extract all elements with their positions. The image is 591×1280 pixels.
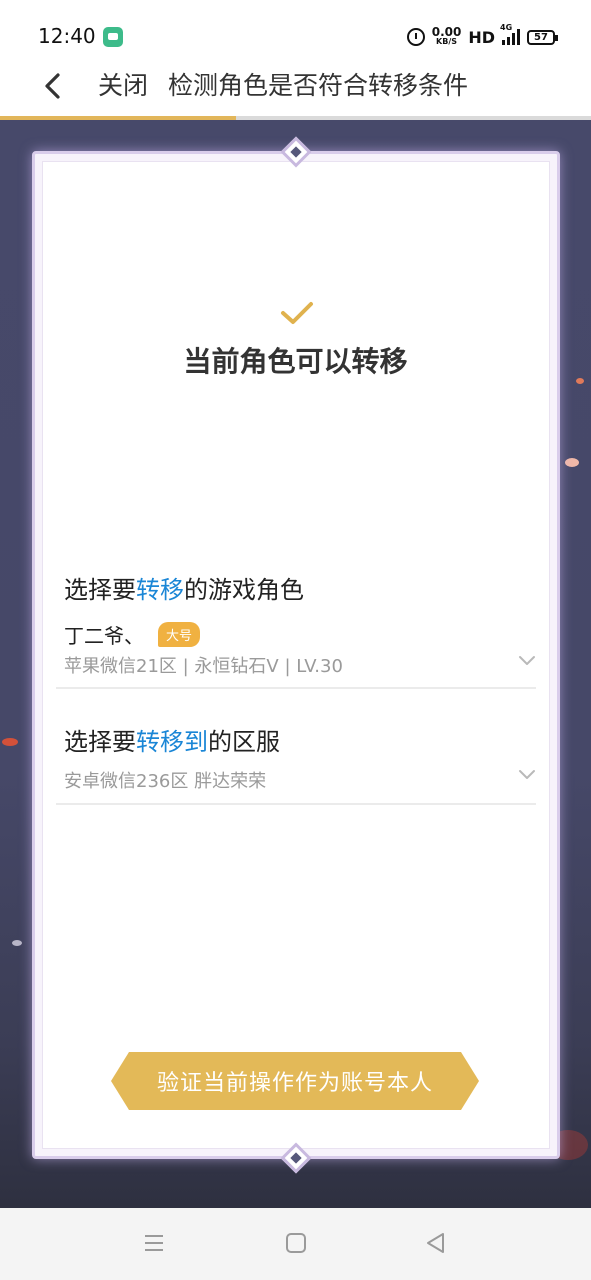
network-speed: 0.00 KB/S [431, 25, 462, 47]
role-badge: 大号 [158, 622, 201, 647]
source-label-suffix: 的游戏角色 [184, 576, 304, 604]
back-arrow-icon[interactable] [40, 71, 70, 101]
target-label-suffix: 的区服 [208, 728, 280, 756]
role-name: 丁二爷、 [64, 624, 144, 648]
check-icon [281, 302, 313, 324]
divider [56, 803, 536, 805]
decor-particle [12, 940, 22, 946]
source-label-prefix: 选择要 [64, 576, 136, 604]
home-icon[interactable] [285, 1232, 307, 1254]
alarm-icon [406, 28, 425, 46]
target-label-highlight: 转移到 [136, 728, 208, 756]
target-server-label: 选择要转移到的区服 [64, 722, 280, 757]
page-title: 检测角色是否符合转移条件 [168, 71, 469, 100]
source-role-select[interactable]: 苹果微信21区 | 永恒钻石V | LV.30 [64, 652, 343, 678]
nav-bar: 关闭 检测角色是否符合转移条件 [0, 58, 591, 116]
status-bar: 12:40 0.00 KB/S HD 4G 57 [0, 0, 591, 64]
battery-icon: 57 [527, 29, 558, 45]
signal-icon: 4G [500, 23, 520, 45]
chevron-down-icon[interactable] [518, 655, 536, 667]
source-label-highlight: 转移 [136, 576, 184, 604]
target-server-select[interactable]: 安卓微信236区 胖达荣荣 [64, 767, 266, 793]
chevron-down-icon[interactable] [518, 769, 536, 781]
result-title: 当前角色可以转移 [183, 345, 408, 378]
hd-indicator: HD [468, 27, 495, 47]
chat-app-icon [103, 27, 123, 47]
decor-particle [565, 458, 579, 467]
system-nav-bar [0, 1208, 591, 1280]
target-label-prefix: 选择要 [64, 728, 136, 756]
network-speed-value: 0.00 [431, 25, 462, 39]
source-role-label: 选择要转移的游戏角色 [64, 570, 304, 605]
back-triangle-icon[interactable] [425, 1232, 447, 1254]
close-link[interactable]: 关闭 [98, 66, 148, 102]
role-name-row: 丁二爷、 大号 [64, 620, 201, 649]
menu-icon[interactable] [143, 1232, 165, 1254]
status-time: 12:40 [38, 24, 96, 48]
status-indicators: 0.00 KB/S HD 4G 57 [406, 22, 558, 52]
network-speed-unit: KB/S [436, 37, 458, 46]
divider [56, 687, 536, 689]
decor-particle [2, 738, 18, 746]
network-type: 4G [500, 23, 513, 32]
verify-identity-button[interactable]: 验证当前操作作为账号本人 [111, 1052, 479, 1110]
battery-level: 57 [534, 31, 548, 43]
